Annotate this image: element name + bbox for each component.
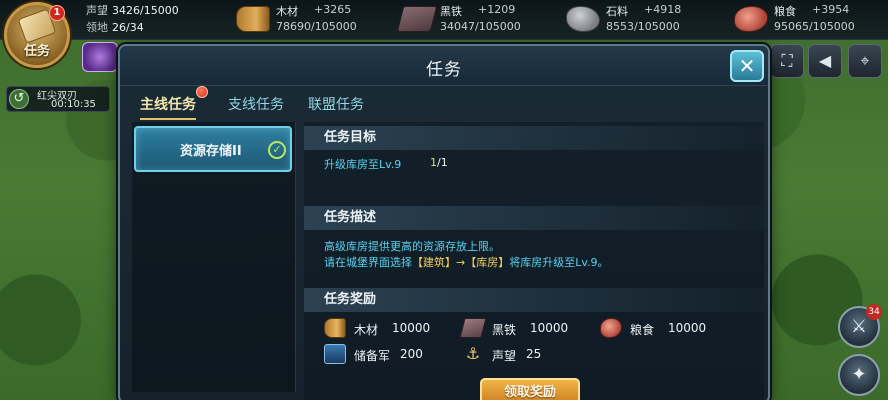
reserve-army-icon [324,344,346,364]
claim-reward-button[interactable]: 领取奖励 [480,378,580,400]
prestige-icon: ⚓ [465,344,481,363]
close-button[interactable]: ✕ [730,50,764,82]
reward-item: 储备军 200 [324,344,444,366]
resource-delta: +4918 [644,3,682,16]
reward-name: 黑铁 [492,323,517,337]
tab-label: 主线任务 [140,97,196,113]
back-button[interactable]: ◀ [808,44,842,78]
march-timer[interactable]: ↺ 红尖双刃 00:10:35 [6,86,110,112]
prestige-value: 3426/15000 [112,4,179,17]
tab-label: 联盟任务 [308,97,364,113]
reward-value: 10000 [530,321,569,335]
reward-item: 黑铁 10000 [459,318,582,340]
notification-dot-icon [196,86,208,98]
timer-time: 00:10:35 [51,99,96,110]
reward-item: ⚓ 声望 25 [462,344,582,366]
resource-name: 木材 [276,5,298,18]
skill-button[interactable]: ✦ [838,354,880,396]
tab-main-quest[interactable]: 主线任务 [140,86,208,120]
quest-dialog: 任务 ✕ 主线任务 支线任务 联盟任务 资源存储II ✓ 任务目标 升级库房至L… [118,44,770,400]
reward-value: 10000 [392,321,431,335]
reward-value: 25 [526,347,542,361]
description-highlight: 【建筑】→【库房】 [412,256,510,269]
resource-name: 粮食 [774,5,796,18]
resource-iron[interactable]: 黑铁 +1209 34047/105000 [396,2,550,38]
reward-name: 粮食 [630,323,655,337]
quest-list: 资源存储II ✓ [132,122,296,392]
prestige-label: 声望 [86,4,108,17]
resource-amount: 78690/105000 [276,20,357,33]
wood-icon [236,6,270,32]
goal-progress-total: /1 [437,156,448,169]
food-icon [600,318,622,338]
quest-item-label: 资源存储II [180,144,242,159]
reward-name: 木材 [354,323,379,337]
territory-value: 26/34 [112,21,144,34]
reward-item: 木材 10000 [324,318,444,340]
description-line-1: 高级库房提供更高的资源存放上限。 [324,240,500,253]
player-info: 声望 3426/15000 领地 26/34 [86,2,179,36]
check-icon: ✓ [268,141,286,159]
notification-badge: 1 [49,5,65,21]
resource-stone[interactable]: 石料 +4918 8553/105000 [566,2,716,38]
rewards-header: 任务奖励 [304,288,764,312]
goal-progress-current: 1 [430,156,437,169]
reward-value: 10000 [668,321,707,335]
goal-header: 任务目标 [304,126,764,150]
quest-list-item[interactable]: 资源存储II ✓ [134,126,292,172]
description-line-2: 请在城堡界面选择【建筑】→【库房】将库房升级至Lv.9。 [324,254,609,270]
iron-icon [459,318,487,338]
battle-count-badge: 34 [866,304,882,320]
goal-progress: 1/1 [430,156,448,169]
reward-value: 200 [400,347,423,361]
return-icon: ↺ [9,89,29,109]
reward-name: 声望 [492,349,517,363]
quest-avatar-button[interactable]: 任务 1 [4,2,70,68]
resource-amount: 34047/105000 [440,20,521,33]
resource-amount: 8553/105000 [606,20,680,33]
resource-name: 石料 [606,5,628,18]
wood-icon [324,318,346,338]
resource-delta: +3265 [314,3,352,16]
fullscreen-button[interactable]: ⛶ [770,44,804,78]
resource-wood[interactable]: 木材 +3265 78690/105000 [236,2,386,38]
resource-bar: 声望 3426/15000 领地 26/34 木材 +3265 78690/1050… [0,0,888,40]
description-text: 请在城堡界面选择 [324,256,412,269]
location-button[interactable]: ⌖ [848,44,882,78]
tab-label: 支线任务 [228,97,284,113]
description-text: 将库房升级至Lv.9。 [509,256,609,269]
description-header: 任务描述 [304,206,764,230]
tab-alliance-quest[interactable]: 联盟任务 [308,92,364,120]
dialog-title: 任务 [426,60,462,80]
tab-side-quest[interactable]: 支线任务 [228,92,284,120]
battle-button[interactable]: ⚔ 34 [838,304,882,348]
alliance-emblem-icon[interactable] [82,42,118,72]
resource-name: 黑铁 [440,5,462,18]
stone-icon [566,6,600,32]
goal-text: 升级库房至Lv.9 [324,158,402,171]
resource-delta: +3954 [812,3,850,16]
territory-label: 领地 [86,21,108,34]
reward-name: 储备军 [354,349,391,363]
avatar-label: 任务 [23,44,50,59]
food-icon [734,6,768,32]
quest-details: 任务目标 升级库房至Lv.9 1/1 任务描述 高级库房提供更高的资源存放上限。… [304,122,764,400]
reward-item: 粮食 10000 [600,318,720,340]
dialog-header: 任务 ✕ [120,46,768,86]
resource-delta: +1209 [478,3,516,16]
iron-icon [396,6,438,32]
resource-amount: 95065/105000 [774,20,855,33]
resource-food[interactable]: 粮食 +3954 95065/105000 [734,2,884,38]
